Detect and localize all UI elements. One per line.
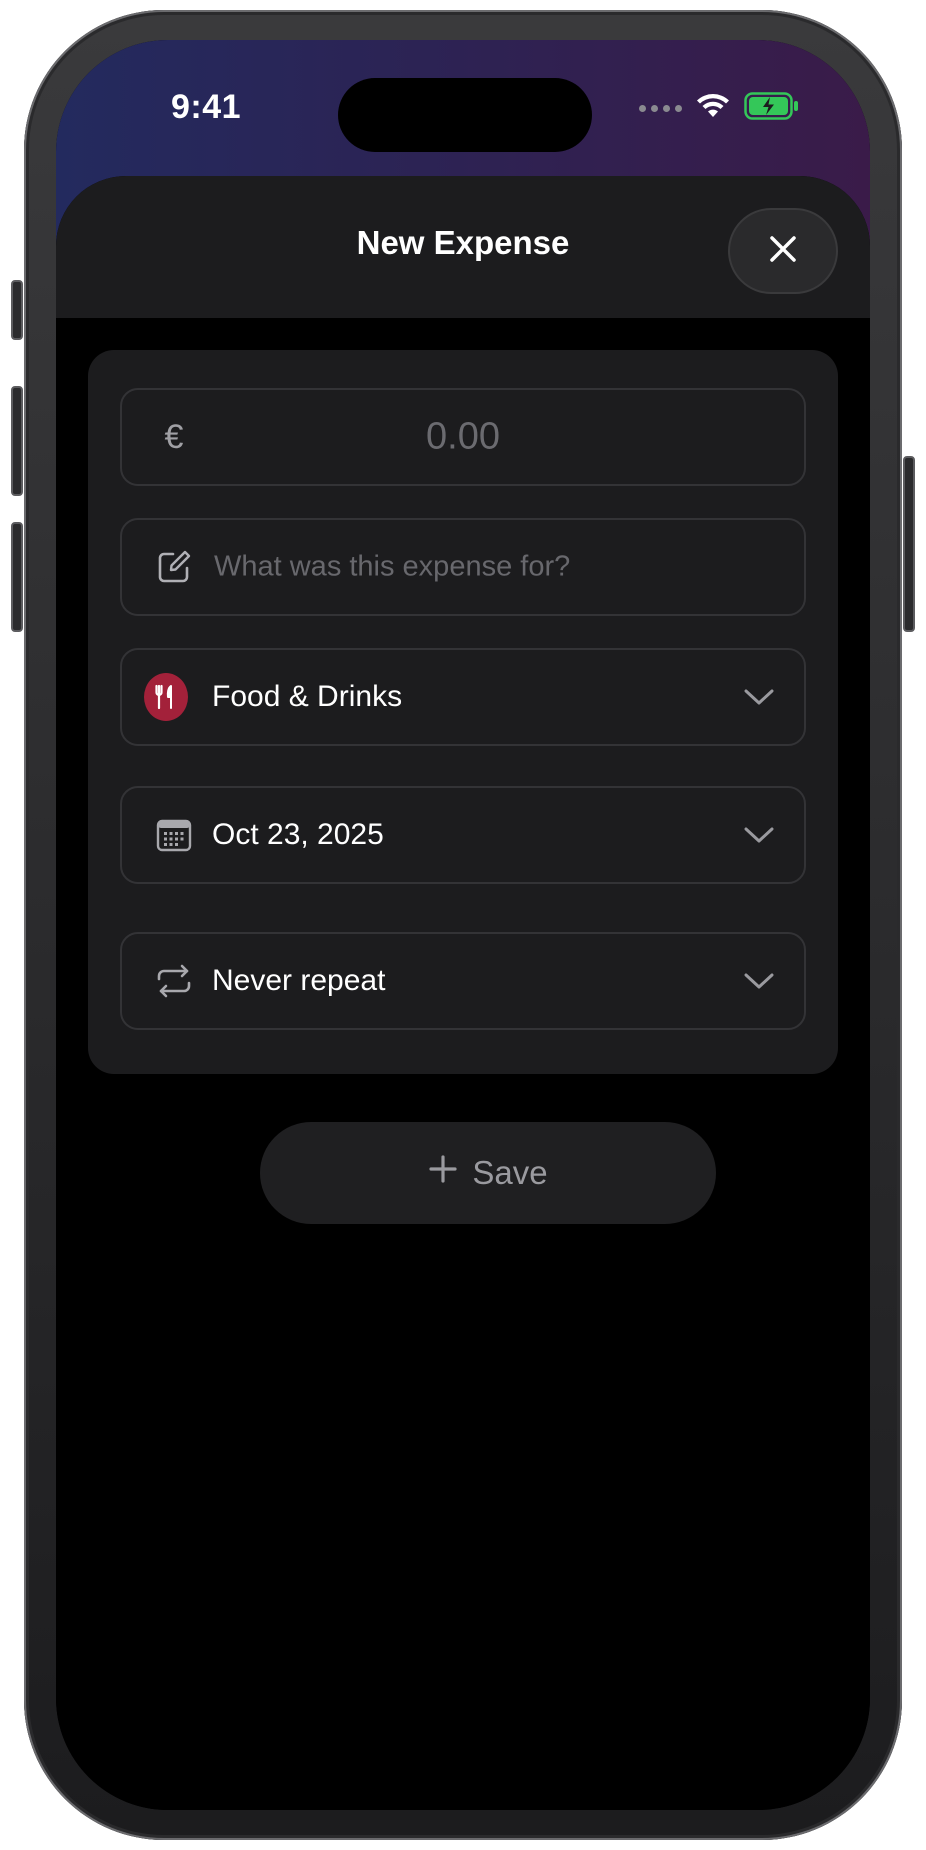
status-bar: 9:41 [56, 40, 870, 160]
expense-form-card: € 0.00 What was this expense for? Food &… [88, 350, 838, 1074]
volume-up-button [11, 386, 23, 496]
calendar-icon [152, 813, 196, 857]
fork-knife-icon [144, 673, 188, 721]
repeat-select[interactable]: Never repeat [120, 932, 806, 1030]
action-button [11, 280, 23, 340]
repeat-icon [152, 959, 196, 1003]
category-badge [144, 673, 188, 721]
repeat-label: Never repeat [212, 964, 386, 997]
screen: 9:41 New Expense € 0.00 What was this ex… [56, 40, 870, 1810]
currency-symbol: € [164, 417, 184, 456]
volume-down-button [11, 522, 23, 632]
sheet-header: New Expense [56, 176, 870, 318]
chevron-down-icon [742, 818, 776, 852]
cellular-signal-icon [639, 105, 682, 112]
phone-frame: 9:41 New Expense € 0.00 What was this ex… [11, 10, 915, 1840]
amount-input[interactable] [202, 414, 724, 460]
wifi-icon [696, 93, 730, 124]
date-select[interactable]: Oct 23, 2025 [120, 786, 806, 884]
description-input[interactable] [212, 549, 774, 585]
chevron-down-icon [742, 964, 776, 998]
save-button[interactable]: Save [260, 1122, 716, 1224]
status-time: 9:41 [171, 88, 242, 126]
save-label: Save [472, 1154, 548, 1191]
category-label: Food & Drinks [212, 680, 403, 713]
dynamic-island [338, 78, 592, 152]
category-select[interactable]: Food & Drinks [120, 648, 806, 746]
description-field[interactable] [120, 518, 806, 616]
status-indicators [639, 92, 800, 125]
chevron-down-icon [742, 680, 776, 714]
amount-field[interactable]: € [120, 388, 806, 486]
close-button[interactable] [728, 208, 838, 294]
close-icon [768, 234, 798, 269]
edit-note-icon [152, 545, 196, 589]
date-label: Oct 23, 2025 [212, 818, 384, 851]
plus-icon [428, 1154, 458, 1192]
power-button [903, 456, 915, 632]
battery-icon [744, 92, 800, 125]
new-expense-sheet: New Expense € 0.00 What was this expense… [56, 176, 870, 1810]
